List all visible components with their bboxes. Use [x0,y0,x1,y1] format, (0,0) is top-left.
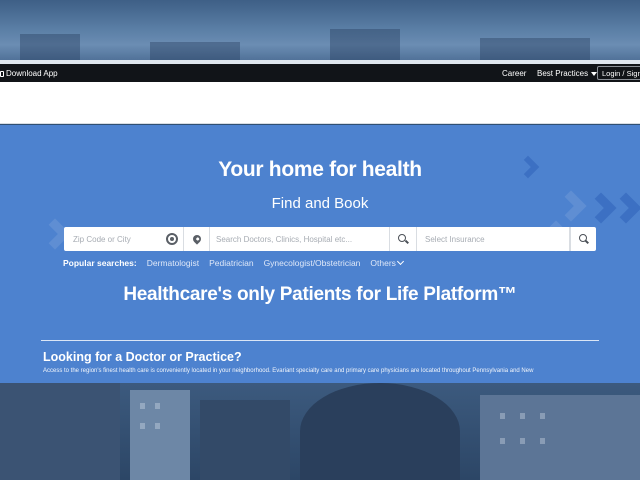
zip-code-input[interactable]: Zip Code or City [73,235,131,244]
best-practices-menu[interactable]: Best Practices [537,69,598,78]
practice-description: Access to the region's finest health car… [43,368,534,374]
phone-icon [0,70,4,77]
popular-search-link[interactable]: Dermatologist [147,258,199,268]
map-pin-icon [190,233,203,245]
zip-code-field[interactable]: Zip Code or City [64,227,184,251]
best-practices-label: Best Practices [537,69,589,78]
popular-search-link[interactable]: Pediatrician [209,258,253,268]
doctor-search-field[interactable]: Search Doctors, Clinics, Hospital etc... [210,227,390,251]
search-icon [578,234,589,244]
city-background-photo [0,383,640,480]
download-app-label: Download App [6,69,58,78]
search-icon [398,234,408,244]
doctor-search-input[interactable]: Search Doctors, Clinics, Hospital etc... [216,235,352,244]
hero-title: Your home for health [218,158,422,181]
section-divider [41,340,599,341]
hero-section: Your home for health Find and Book Zip C… [0,125,640,383]
insurance-select[interactable]: Select Insurance [417,227,570,251]
location-pin-segment [184,227,210,251]
practice-heading: Looking for a Doctor or Practice? [43,350,242,364]
popular-searches: Popular searches: Dermatologist Pediatri… [63,257,404,268]
top-nav-bar: Download App Career Best Practices Login… [0,64,640,82]
hero-tagline: Healthcare's only Patients for Life Plat… [123,284,517,305]
career-link[interactable]: Career [502,69,526,78]
site-header [0,82,640,124]
chevron-down-icon [396,257,404,266]
doctor-search-button[interactable] [390,227,417,251]
popular-search-link[interactable]: Gynecologist/Obstetrician [264,258,361,268]
others-dropdown[interactable]: Others [370,257,404,268]
login-signup-button[interactable]: Login / Sign Up [597,66,640,80]
insurance-search-button[interactable] [570,227,596,251]
search-bar: Zip Code or City Search Doctors, Clinics… [64,227,596,251]
others-label: Others [370,258,396,268]
locate-me-icon[interactable] [166,233,178,245]
download-app-link[interactable]: Download App [0,69,58,78]
popular-searches-label: Popular searches: [63,258,137,268]
insurance-select-placeholder: Select Insurance [425,234,485,244]
hero-subtitle: Find and Book [271,195,369,212]
header-background-photo [0,0,640,64]
